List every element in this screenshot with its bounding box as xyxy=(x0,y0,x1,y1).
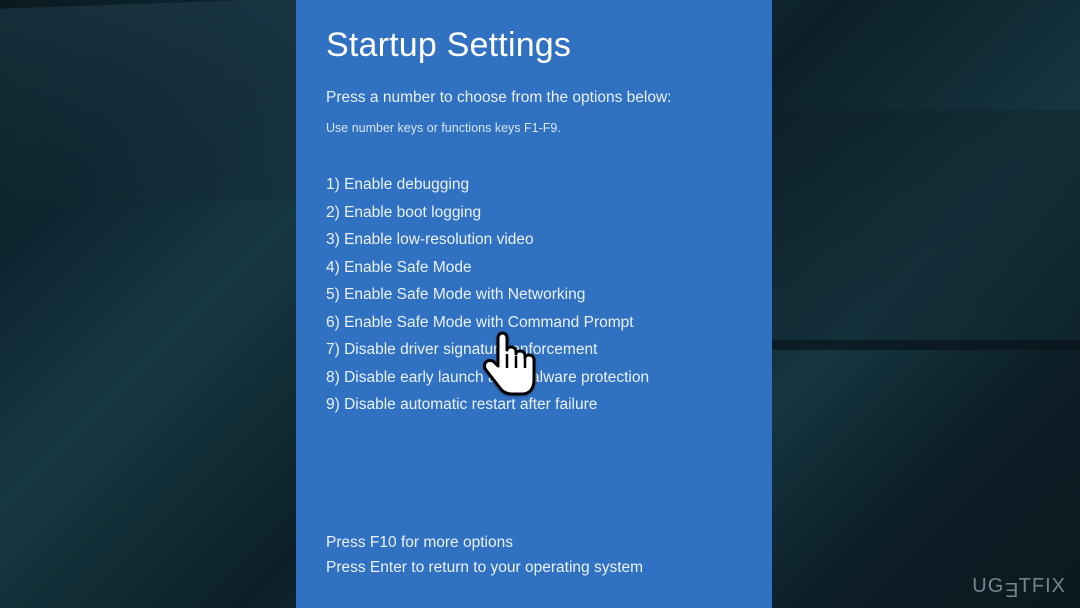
background-shape xyxy=(760,110,1080,340)
footer-return: Press Enter to return to your operating … xyxy=(326,555,643,580)
panel-hint: Use number keys or functions keys F1-F9. xyxy=(326,121,742,135)
page-title: Startup Settings xyxy=(326,26,742,65)
watermark-logo: UGETFIX xyxy=(972,575,1066,598)
option-boot-logging[interactable]: 2) Enable boot logging xyxy=(326,199,742,227)
footer-more-options: Press F10 for more options xyxy=(326,530,643,555)
option-safe-mode-networking[interactable]: 5) Enable Safe Mode with Networking xyxy=(326,281,742,309)
option-safe-mode[interactable]: 4) Enable Safe Mode xyxy=(326,254,742,282)
option-low-res-video[interactable]: 3) Enable low-resolution video xyxy=(326,226,742,254)
panel-footer: Press F10 for more options Press Enter t… xyxy=(326,530,643,580)
startup-settings-panel: Startup Settings Press a number to choos… xyxy=(296,0,772,608)
pointer-hand-icon xyxy=(478,330,542,409)
background-shape xyxy=(730,340,1080,350)
panel-subtitle: Press a number to choose from the option… xyxy=(326,89,742,107)
option-debugging[interactable]: 1) Enable debugging xyxy=(326,171,742,199)
